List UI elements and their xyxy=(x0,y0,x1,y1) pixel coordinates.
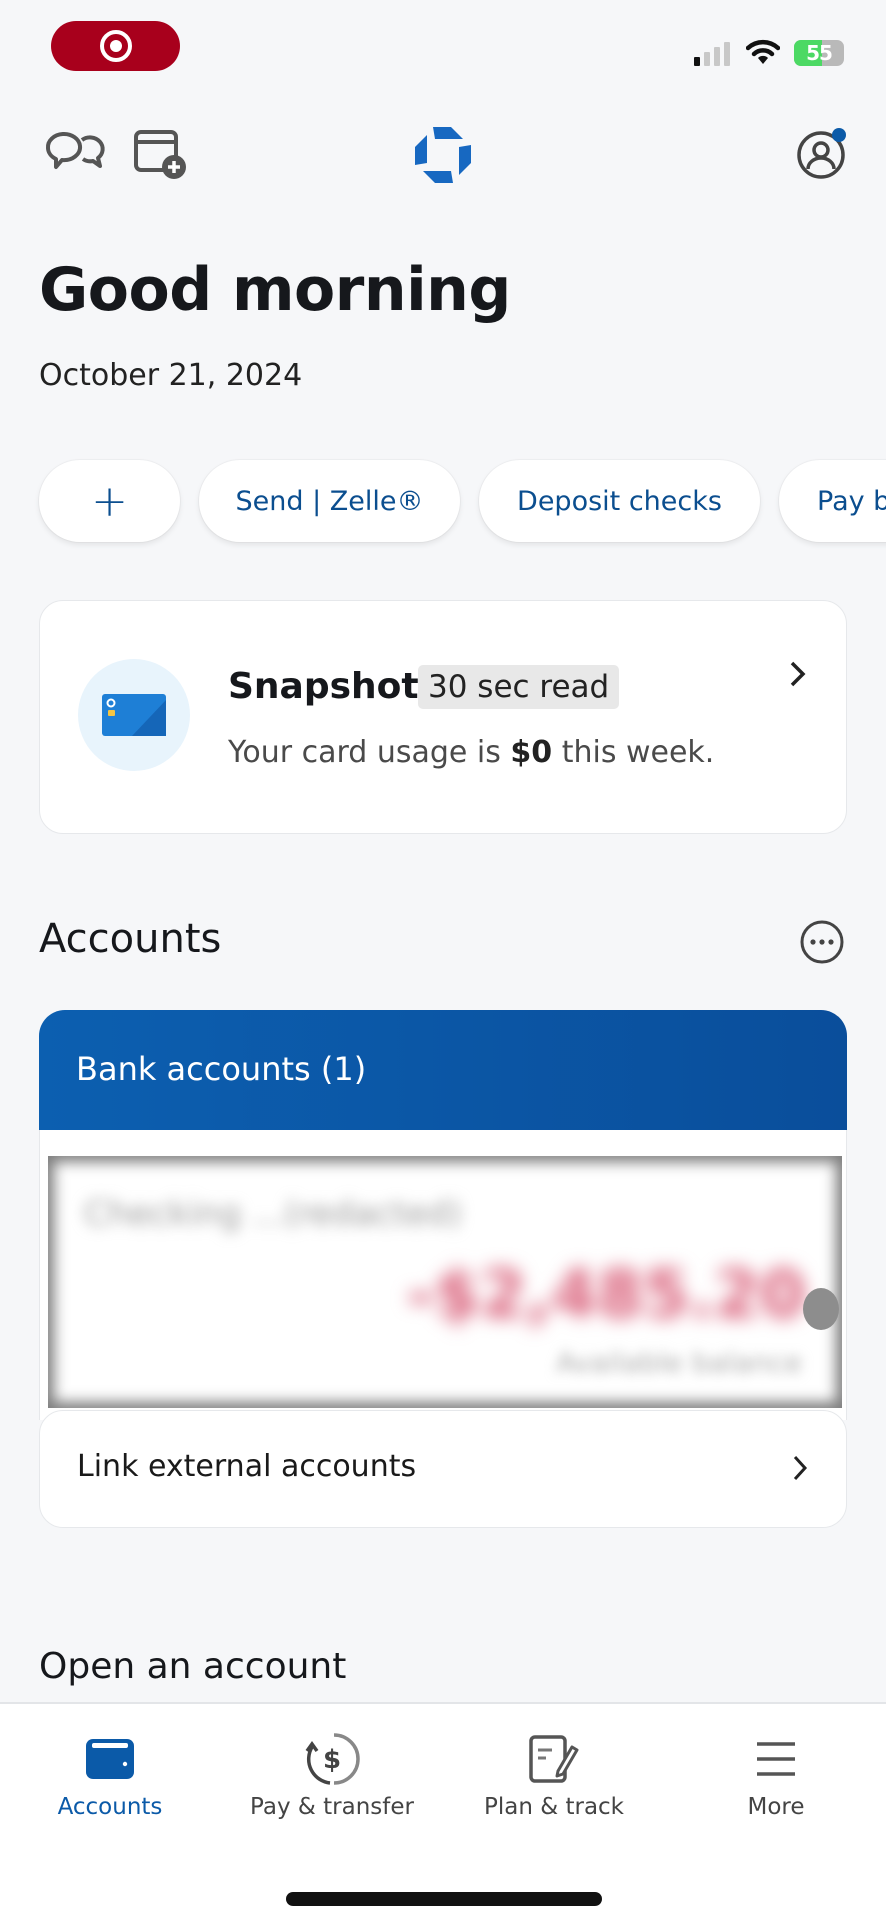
account-name: Checking ...(redacted) xyxy=(84,1194,463,1234)
accounts-heading: Accounts xyxy=(39,916,222,962)
balance-label: Available balance xyxy=(556,1346,802,1379)
open-account-heading: Open an account xyxy=(39,1646,347,1687)
snapshot-card[interactable]: Snapshot 30 sec read Your card usage is … xyxy=(39,600,847,834)
chevron-right-icon xyxy=(793,1455,808,1481)
account-balance: -$2,485.20 xyxy=(407,1256,806,1333)
notification-dot xyxy=(832,128,846,142)
greeting-title: Good morning xyxy=(39,255,511,325)
add-account-button[interactable] xyxy=(132,126,190,182)
more-options-icon[interactable] xyxy=(799,919,845,965)
chat-button[interactable] xyxy=(40,128,110,178)
link-external-accounts-button[interactable]: Link external accounts xyxy=(39,1410,847,1528)
screen-recording-indicator[interactable] xyxy=(51,21,180,71)
tab-bar: Accounts $ Pay & transfer Plan & track M… xyxy=(0,1702,886,1920)
status-bar: 55 xyxy=(0,0,886,90)
battery-percent: 55 xyxy=(806,41,833,65)
wallet-icon xyxy=(86,1739,134,1779)
wallet-add-icon xyxy=(134,130,186,179)
plus-icon: + xyxy=(91,475,128,527)
pay-bills-button[interactable]: Pay b xyxy=(779,460,886,542)
chase-logo xyxy=(410,122,476,188)
home-indicator[interactable] xyxy=(286,1892,602,1906)
credit-card-icon xyxy=(102,694,166,736)
greeting-date: October 21, 2024 xyxy=(39,358,303,393)
deposit-checks-button[interactable]: Deposit checks xyxy=(479,460,760,542)
dollar-transfer-icon: $ xyxy=(305,1733,360,1785)
svg-text:$: $ xyxy=(323,1745,341,1775)
scroll-handle[interactable] xyxy=(803,1288,839,1330)
tab-plan-track[interactable]: Plan & track xyxy=(454,1732,654,1832)
top-nav xyxy=(0,120,886,190)
record-icon xyxy=(99,30,132,62)
add-quick-action-button[interactable]: + xyxy=(39,460,180,542)
bank-accounts-header[interactable]: Bank accounts (1) xyxy=(39,1010,847,1130)
snapshot-icon-container xyxy=(78,659,190,771)
redacted-account: Checking ...(redacted) -$2,485.20 Availa… xyxy=(48,1156,842,1408)
tab-accounts[interactable]: Accounts xyxy=(10,1732,210,1832)
wifi-icon xyxy=(746,39,780,64)
account-row[interactable]: Checking ...(redacted) -$2,485.20 Availa… xyxy=(39,1130,847,1420)
profile-button[interactable] xyxy=(792,126,850,184)
snapshot-text: Your card usage is $0 this week. xyxy=(228,735,715,770)
chase-octagon-icon xyxy=(415,127,471,183)
card-usage-amount: $0 xyxy=(510,735,553,770)
read-time-badge: 30 sec read xyxy=(418,665,620,709)
snapshot-title: Snapshot xyxy=(228,666,419,707)
chat-icon xyxy=(45,132,105,169)
send-zelle-button[interactable]: Send | Zelle® xyxy=(199,460,460,542)
tab-pay-transfer[interactable]: $ Pay & transfer xyxy=(232,1732,432,1832)
menu-icon xyxy=(757,1742,795,1776)
cellular-signal-icon xyxy=(694,42,730,66)
plan-icon xyxy=(529,1735,579,1783)
chevron-right-icon xyxy=(790,661,806,687)
tab-more[interactable]: More xyxy=(676,1732,876,1832)
quick-actions: + Send | Zelle® Deposit checks Pay b xyxy=(39,460,886,542)
battery-indicator: 55 xyxy=(794,40,844,66)
